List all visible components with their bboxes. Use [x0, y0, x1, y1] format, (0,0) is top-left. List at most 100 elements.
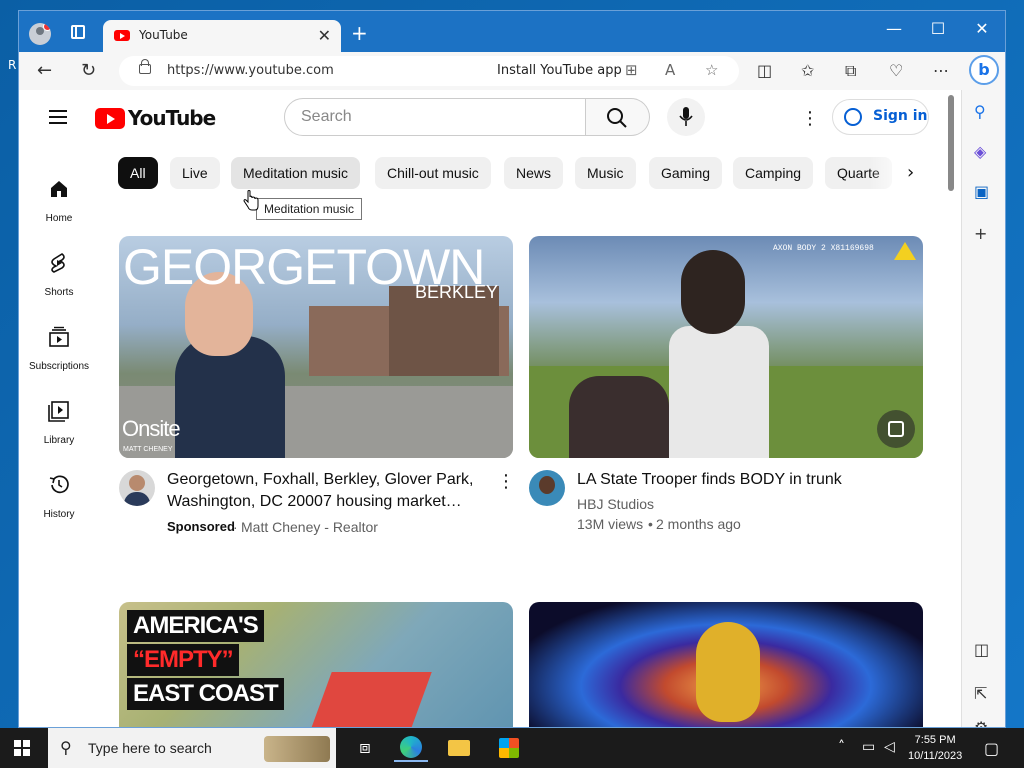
view-count: 13M views: [577, 516, 644, 532]
video-menu-icon[interactable]: ⋮: [497, 471, 515, 492]
person-head: [681, 250, 745, 334]
menu-icon[interactable]: [49, 110, 67, 124]
chip-camping[interactable]: Camping: [733, 157, 814, 189]
bing-copilot-icon[interactable]: b: [969, 55, 999, 85]
bodycam-overlay-text: AXON BODY 2 X81169698: [773, 244, 874, 253]
guide-item-history[interactable]: History: [23, 474, 95, 521]
video-thumbnail[interactable]: AMERICA'S “EMPTY” EAST COAST: [119, 602, 513, 727]
map-region-shape: [306, 672, 432, 727]
guide-label: Shorts: [44, 287, 74, 298]
taskbar-clock[interactable]: 7:55 PM 10/11/2023: [908, 732, 962, 764]
favorites-icon[interactable]: ✩: [801, 61, 814, 80]
tab-actions-icon[interactable]: [71, 25, 85, 39]
guide-item-home[interactable]: Home: [23, 178, 95, 225]
search-box[interactable]: [284, 98, 586, 136]
search-input[interactable]: [299, 107, 573, 127]
avatar-body: [124, 492, 150, 506]
copilot-icon[interactable]: ◈: [974, 142, 986, 161]
maximize-button[interactable]: ☐: [923, 19, 953, 38]
close-window-button[interactable]: ✕: [967, 19, 997, 38]
chip-live[interactable]: Live: [170, 157, 220, 189]
taskbar-search-text: Type here to search: [88, 740, 212, 756]
guide-item-subscriptions[interactable]: Subscriptions: [23, 326, 95, 373]
microsoft-store-icon[interactable]: [492, 734, 526, 762]
chip-all[interactable]: All: [118, 157, 158, 189]
video-title[interactable]: Georgetown, Foxhall, Berkley, Glover Par…: [167, 469, 477, 513]
video-thumbnail[interactable]: GEORGETOWN BERKLEY Onsite MATT CHENEY: [119, 236, 513, 458]
guide-item-shorts[interactable]: Shorts: [23, 252, 95, 299]
install-app-text[interactable]: Install YouTube app: [497, 63, 622, 78]
library-icon: [48, 401, 69, 422]
channel-avatar[interactable]: [529, 470, 565, 506]
url-text[interactable]: https://www.youtube.com: [167, 63, 334, 78]
profile-avatar-icon[interactable]: [29, 23, 51, 45]
add-icon[interactable]: +: [974, 224, 987, 243]
minimize-button[interactable]: —: [879, 19, 909, 38]
back-arrow-icon[interactable]: ←: [37, 60, 52, 81]
chevron-right-icon[interactable]: ›: [907, 162, 914, 183]
new-tab-button[interactable]: +: [351, 23, 368, 43]
video-thumbnail[interactable]: AXON BODY 2 X81169698: [529, 236, 923, 458]
outlook-icon[interactable]: ▣: [974, 182, 989, 201]
external-link-icon[interactable]: ⇱: [974, 684, 987, 703]
meta-separator: •: [648, 516, 653, 532]
refresh-icon[interactable]: ↻: [81, 60, 96, 81]
notifications-icon[interactable]: ▢: [984, 739, 999, 758]
app-available-icon[interactable]: ⊞: [625, 61, 638, 79]
collections-icon[interactable]: ⧉: [845, 61, 856, 81]
upload-age: 2 months ago: [656, 516, 741, 532]
guide-item-library[interactable]: Library: [23, 400, 95, 447]
lens-scan-icon[interactable]: [877, 410, 915, 448]
chevron-up-icon[interactable]: ˄: [838, 739, 845, 755]
youtube-logo[interactable]: YouTube: [95, 106, 216, 130]
network-icon[interactable]: ▭: [862, 739, 875, 755]
chip-news[interactable]: News: [504, 157, 564, 189]
task-view-icon[interactable]: ⧈: [348, 734, 382, 762]
read-aloud-icon[interactable]: A: [665, 61, 675, 79]
chip-music[interactable]: Music: [575, 157, 636, 189]
thumbnail-badge-text: Onsite: [122, 416, 181, 441]
chip-gaming[interactable]: Gaming: [649, 157, 723, 189]
channel-name[interactable]: HBJ Studios: [577, 494, 654, 514]
search-highlight-image[interactable]: [264, 736, 330, 762]
chip-chill-out-music[interactable]: Chill-out music: [375, 157, 491, 189]
file-explorer-icon[interactable]: [442, 734, 476, 762]
hide-sidebar-icon[interactable]: ◫: [974, 640, 989, 659]
video-title[interactable]: LA State Trooper finds BODY in trunk: [577, 469, 917, 491]
volume-muted-icon[interactable]: ◁: [884, 739, 895, 755]
voice-search-button[interactable]: [667, 98, 705, 136]
thumbnail-caption-line: EAST COAST: [133, 680, 279, 707]
lock-icon[interactable]: [139, 59, 151, 74]
search-button[interactable]: [586, 98, 650, 136]
channel-avatar[interactable]: [119, 470, 155, 506]
tab-youtube[interactable]: YouTube ✕: [103, 20, 341, 52]
thermal-head-shape: [696, 622, 760, 722]
split-screen-icon[interactable]: ◫: [757, 61, 772, 80]
page-scrollbar[interactable]: [948, 95, 954, 191]
edge-taskbar-icon[interactable]: [394, 734, 428, 762]
search-icon[interactable]: ⚲: [974, 102, 986, 121]
windows-taskbar: ⚲ Type here to search ⧈ ˄ ▭ ◁ 7:55 PM 10…: [0, 728, 1024, 768]
browser-toolbar: ← ↻ https://www.youtube.com Install YouT…: [19, 52, 1005, 90]
warning-icon: [894, 242, 916, 260]
sign-in-button[interactable]: Sign in: [832, 99, 929, 135]
taskbar-search-box[interactable]: ⚲ Type here to search: [48, 728, 336, 768]
windows-start-icon[interactable]: [14, 740, 30, 756]
settings-gear-icon[interactable]: ⚙: [974, 718, 988, 727]
car-shape: [569, 376, 669, 458]
channel-name[interactable]: Matt Cheney - Realtor: [241, 517, 378, 537]
browser-essentials-icon[interactable]: ♡: [889, 61, 903, 80]
sponsored-label: Sponsored: [167, 519, 235, 534]
more-options-icon[interactable]: ⋯: [933, 61, 949, 80]
close-tab-icon[interactable]: ✕: [318, 26, 331, 45]
microphone-icon: [679, 107, 693, 126]
address-bar[interactable]: https://www.youtube.com Install YouTube …: [119, 56, 739, 86]
lens-frame: [888, 421, 904, 437]
search-icon: ⚲: [60, 738, 72, 757]
guide-label: Subscriptions: [28, 361, 90, 372]
chip-meditation-music[interactable]: Meditation music: [231, 157, 361, 189]
chip-bar: All Live Meditation music Chill-out musi…: [118, 157, 918, 191]
video-thumbnail[interactable]: [529, 602, 923, 727]
settings-kebab-icon[interactable]: ⋮: [801, 108, 819, 129]
favorite-star-icon[interactable]: ☆: [705, 61, 718, 79]
